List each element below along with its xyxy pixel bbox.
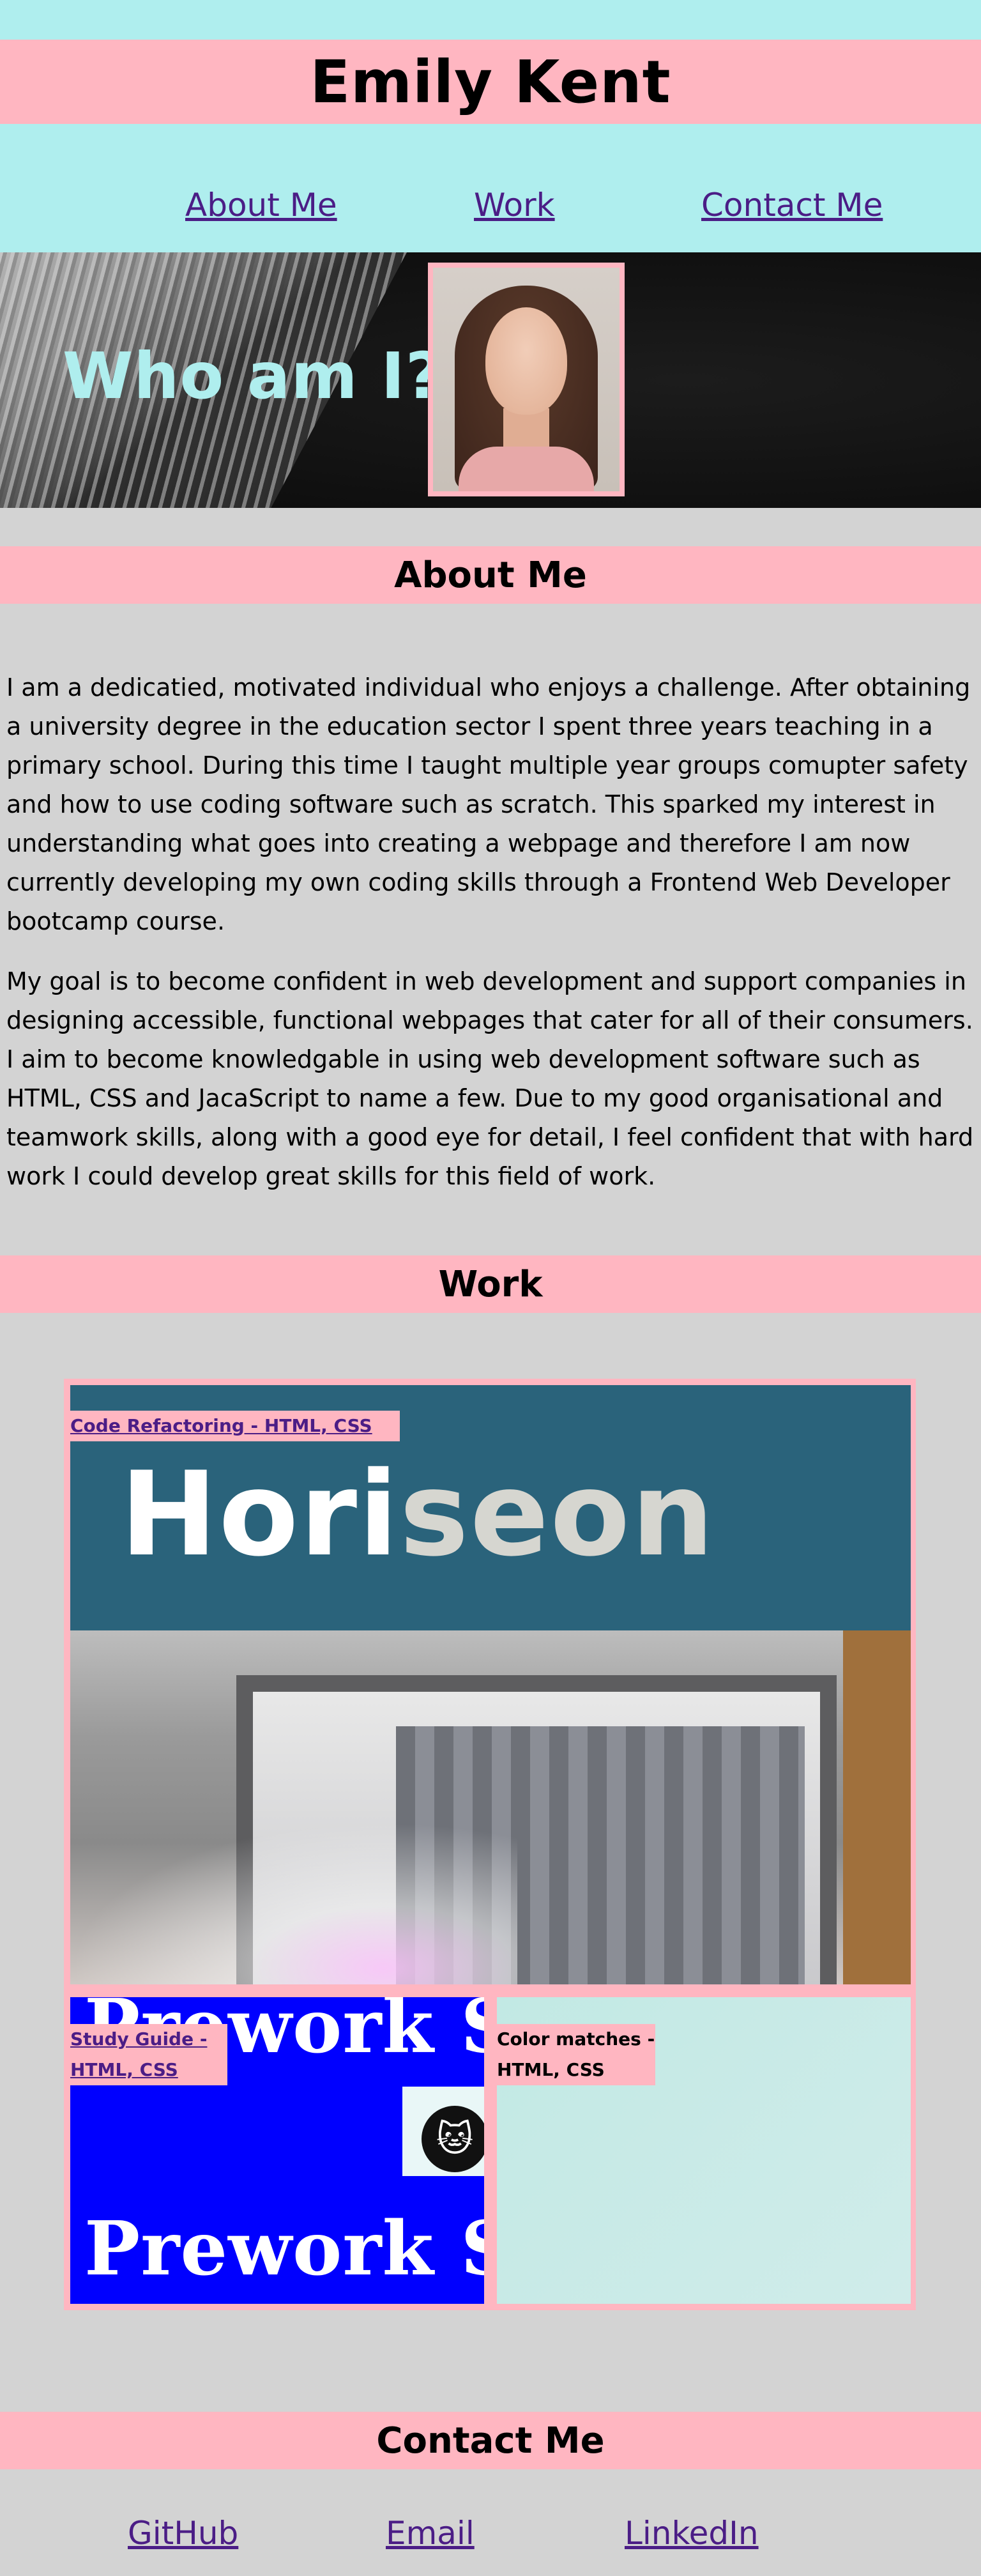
prework-banner-bottom: Prework Study Guide bbox=[84, 2205, 484, 2292]
nav-link-work[interactable]: Work bbox=[474, 187, 555, 224]
name-bar: Emily Kent bbox=[0, 40, 981, 124]
about-heading: About Me bbox=[394, 554, 587, 596]
contact-heading-bar: Contact Me bbox=[0, 2412, 981, 2469]
hero-title: Who am I? bbox=[63, 339, 443, 413]
about-paragraph-1: I am a dedicatied, motivated individual … bbox=[6, 673, 971, 935]
project-card-refactoring[interactable]: Horiseon bbox=[70, 1385, 911, 1984]
contact-link-linkedin[interactable]: LinkedIn bbox=[625, 2515, 759, 2552]
profile-photo bbox=[428, 263, 625, 496]
cat-icon: 🐱 bbox=[422, 2106, 484, 2172]
office-photo bbox=[70, 1630, 911, 1984]
project-link-refactoring[interactable]: Code Refactoring - HTML, CSS bbox=[70, 1411, 400, 1441]
project-link-study-guide[interactable]: Study Guide - HTML, CSS bbox=[70, 2024, 227, 2085]
nav-link-about[interactable]: About Me bbox=[185, 187, 337, 224]
work-heading: Work bbox=[438, 1263, 543, 1305]
contact-link-github[interactable]: GitHub bbox=[128, 2515, 238, 2552]
contact-link-email[interactable]: Email bbox=[386, 2515, 475, 2552]
site-title: Emily Kent bbox=[310, 47, 671, 116]
about-heading-bar: About Me bbox=[0, 546, 981, 604]
about-paragraph-2: My goal is to become confident in web de… bbox=[6, 967, 974, 1190]
contact-heading: Contact Me bbox=[376, 2419, 605, 2462]
project-label-color-matches: Color matches - HTML, CSS bbox=[497, 2024, 655, 2085]
work-heading-bar: Work bbox=[0, 1255, 981, 1313]
hero-banner: Who am I? bbox=[0, 252, 981, 508]
nav-link-contact[interactable]: Contact Me bbox=[701, 187, 883, 224]
cat-logo-box: 🐱 bbox=[402, 2087, 484, 2176]
horiseon-logo: Horiseon bbox=[120, 1446, 715, 1582]
